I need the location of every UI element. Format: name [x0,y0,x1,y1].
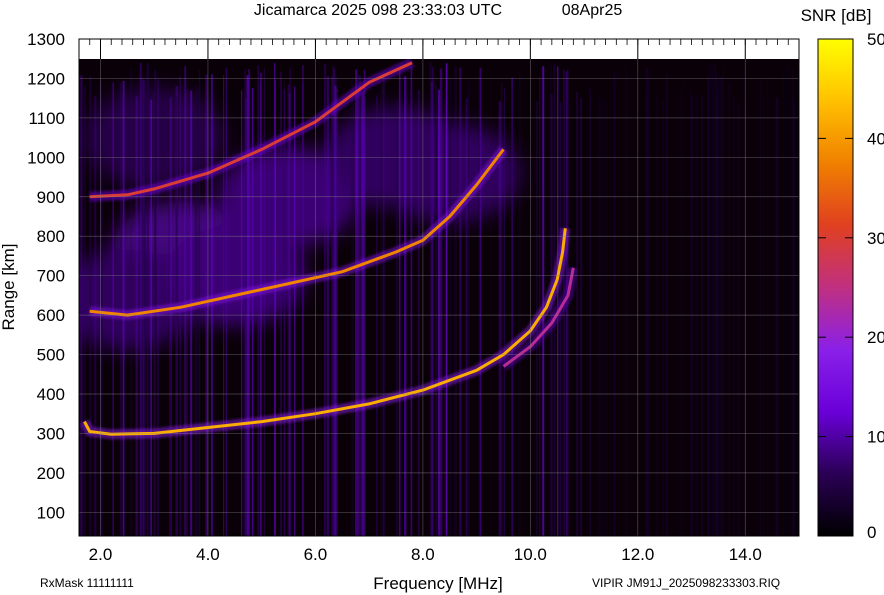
y-tick-label: 1200 [27,69,65,88]
x-axis-label: Frequency [MHz] [373,574,502,593]
y-tick-label: 600 [37,306,65,325]
y-tick-label: 800 [37,227,65,246]
colorbar-label: SNR [dB] [801,6,872,25]
colorbar-tick-label: 10 [867,428,884,447]
y-tick-label: 100 [37,503,65,522]
colorbar-tick-label: 20 [867,328,884,347]
y-tick-label: 200 [37,464,65,483]
y-tick-label: 900 [37,188,65,207]
y-tick-label: 400 [37,385,65,404]
colorbar-tick-label: 30 [867,229,884,248]
colorbar-tick-label: 40 [867,129,884,148]
x-tick-label: 4.0 [196,545,220,564]
y-tick-label: 700 [37,267,65,286]
y-tick-label: 300 [37,424,65,443]
colorbar-tick-label: 50 [867,30,884,49]
x-tick-label: 2.0 [89,545,113,564]
y-tick-label: 1300 [27,30,65,49]
x-tick-label: 10.0 [514,545,547,564]
rxmask-label: RxMask 11111111 [40,576,134,590]
x-tick-label: 8.0 [411,545,435,564]
filename-label: VIPIR JM91J_2025098233303.RIQ [592,576,780,590]
y-tick-label: 1100 [28,109,65,128]
y-tick-label: 1000 [27,148,65,167]
colorbar-tick-label: 0 [867,523,876,542]
x-tick-label: 12.0 [621,545,654,564]
chart-date: 08Apr25 [562,2,623,19]
y-axis: 100 200 300 400 500 600 700 800 900 1000 1100 1200 1… [27,30,65,522]
x-tick-label: 14.0 [729,545,762,564]
ionogram-figure: Jicamarca 2025 098 23:33:03 UTC 08Apr25 … [0,2,884,593]
colorbar [817,38,854,537]
y-axis-label: Range [km] [0,244,18,331]
chart-title: Jicamarca 2025 098 23:33:03 UTC [254,2,502,19]
y-tick-label: 500 [37,346,65,365]
x-tick-label: 6.0 [304,545,328,564]
